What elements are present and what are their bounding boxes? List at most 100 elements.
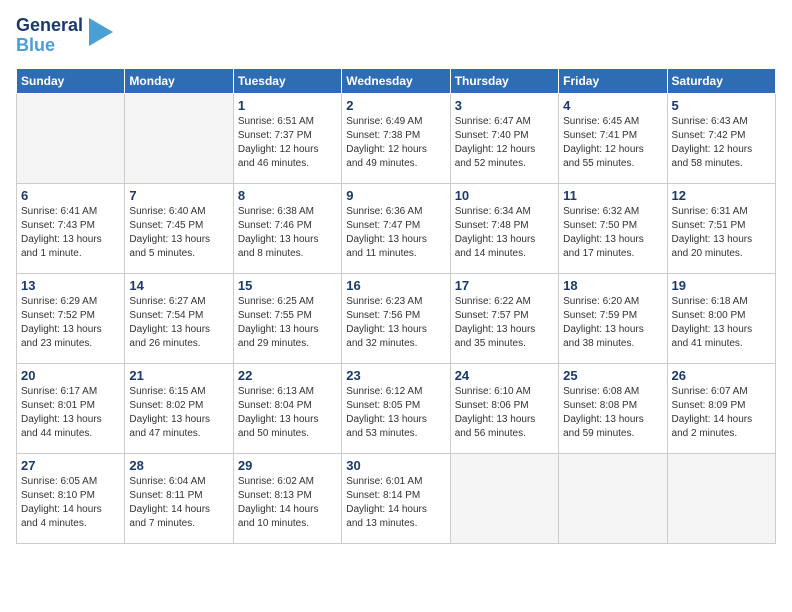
weekday-header: Saturday [667, 68, 775, 93]
calendar-day-cell: 8Sunrise: 6:38 AM Sunset: 7:46 PM Daylig… [233, 183, 341, 273]
day-info: Sunrise: 6:17 AM Sunset: 8:01 PM Dayligh… [21, 385, 120, 441]
day-number: 6 [21, 188, 120, 203]
day-number: 2 [346, 98, 445, 113]
day-number: 22 [238, 368, 337, 383]
day-info: Sunrise: 6:49 AM Sunset: 7:38 PM Dayligh… [346, 115, 445, 171]
calendar-day-cell: 5 Sunrise: 6:43 AM Sunset: 7:42 PM Daylig… [667, 93, 775, 183]
day-info: Sunrise: 6:08 AM Sunset: 8:08 PM Dayligh… [563, 385, 662, 441]
weekday-header: Thursday [450, 68, 558, 93]
calendar-day-cell: 1Sunrise: 6:51 AM Sunset: 7:37 PM Daylig… [233, 93, 341, 183]
calendar-day-cell [559, 453, 667, 543]
calendar-day-cell: 17 Sunrise: 6:22 AM Sunset: 7:57 PM Dayli… [450, 273, 558, 363]
calendar-day-cell: 15 Sunrise: 6:25 AM Sunset: 7:55 PM Dayli… [233, 273, 341, 363]
calendar-day-cell [125, 93, 233, 183]
day-number: 16 [346, 278, 445, 293]
calendar-week-row: 27Sunrise: 6:05 AM Sunset: 8:10 PM Dayli… [17, 453, 776, 543]
day-info: Sunrise: 6:27 AM Sunset: 7:54 PM Dayligh… [129, 295, 228, 351]
day-info: Sunrise: 6:10 AM Sunset: 8:06 PM Dayligh… [455, 385, 554, 441]
calendar-day-cell: 7 Sunrise: 6:40 AM Sunset: 7:45 PM Daylig… [125, 183, 233, 273]
weekday-header-row: SundayMondayTuesdayWednesdayThursdayFrid… [17, 68, 776, 93]
calendar-day-cell: 22 Sunrise: 6:13 AM Sunset: 8:04 PM Dayli… [233, 363, 341, 453]
day-info: Sunrise: 6:22 AM Sunset: 7:57 PM Dayligh… [455, 295, 554, 351]
day-number: 13 [21, 278, 120, 293]
calendar-day-cell: 23 Sunrise: 6:12 AM Sunset: 8:05 PM Dayli… [342, 363, 450, 453]
day-number: 15 [238, 278, 337, 293]
day-number: 20 [21, 368, 120, 383]
calendar-day-cell: 10 Sunrise: 6:34 AM Sunset: 7:48 PM Dayli… [450, 183, 558, 273]
day-info: Sunrise: 6:34 AM Sunset: 7:48 PM Dayligh… [455, 205, 554, 261]
day-number: 4 [563, 98, 662, 113]
calendar-day-cell [450, 453, 558, 543]
page-header: General Blue [16, 16, 776, 56]
calendar-day-cell: 21Sunrise: 6:15 AM Sunset: 8:02 PM Dayli… [125, 363, 233, 453]
day-number: 27 [21, 458, 120, 473]
day-info: Sunrise: 6:32 AM Sunset: 7:50 PM Dayligh… [563, 205, 662, 261]
day-info: Sunrise: 6:47 AM Sunset: 7:40 PM Dayligh… [455, 115, 554, 171]
day-info: Sunrise: 6:12 AM Sunset: 8:05 PM Dayligh… [346, 385, 445, 441]
calendar-day-cell: 19 Sunrise: 6:18 AM Sunset: 8:00 PM Dayli… [667, 273, 775, 363]
day-number: 26 [672, 368, 771, 383]
day-info: Sunrise: 6:18 AM Sunset: 8:00 PM Dayligh… [672, 295, 771, 351]
day-info: Sunrise: 6:07 AM Sunset: 8:09 PM Dayligh… [672, 385, 771, 441]
calendar-day-cell: 14 Sunrise: 6:27 AM Sunset: 7:54 PM Dayli… [125, 273, 233, 363]
calendar-day-cell [17, 93, 125, 183]
logo-triangle-icon [85, 18, 113, 46]
day-info: Sunrise: 6:36 AM Sunset: 7:47 PM Dayligh… [346, 205, 445, 261]
calendar-day-cell: 30 Sunrise: 6:01 AM Sunset: 8:14 PM Dayli… [342, 453, 450, 543]
logo-blue: Blue [16, 36, 83, 56]
weekday-header: Sunday [17, 68, 125, 93]
day-number: 14 [129, 278, 228, 293]
day-number: 23 [346, 368, 445, 383]
day-number: 1 [238, 98, 337, 113]
day-info: Sunrise: 6:15 AM Sunset: 8:02 PM Dayligh… [129, 385, 228, 441]
day-info: Sunrise: 6:45 AM Sunset: 7:41 PM Dayligh… [563, 115, 662, 171]
day-number: 9 [346, 188, 445, 203]
calendar-day-cell: 18Sunrise: 6:20 AM Sunset: 7:59 PM Dayli… [559, 273, 667, 363]
calendar-day-cell: 26 Sunrise: 6:07 AM Sunset: 8:09 PM Dayli… [667, 363, 775, 453]
calendar-day-cell: 28 Sunrise: 6:04 AM Sunset: 8:11 PM Dayli… [125, 453, 233, 543]
calendar-day-cell [667, 453, 775, 543]
calendar-day-cell: 20 Sunrise: 6:17 AM Sunset: 8:01 PM Dayli… [17, 363, 125, 453]
day-number: 7 [129, 188, 228, 203]
calendar-week-row: 20 Sunrise: 6:17 AM Sunset: 8:01 PM Dayli… [17, 363, 776, 453]
calendar-day-cell: 2 Sunrise: 6:49 AM Sunset: 7:38 PM Daylig… [342, 93, 450, 183]
weekday-header: Friday [559, 68, 667, 93]
day-number: 28 [129, 458, 228, 473]
calendar-day-cell: 29 Sunrise: 6:02 AM Sunset: 8:13 PM Dayli… [233, 453, 341, 543]
day-info: Sunrise: 6:13 AM Sunset: 8:04 PM Dayligh… [238, 385, 337, 441]
day-number: 3 [455, 98, 554, 113]
weekday-header: Monday [125, 68, 233, 93]
day-info: Sunrise: 6:04 AM Sunset: 8:11 PM Dayligh… [129, 475, 228, 531]
day-number: 5 [672, 98, 771, 113]
day-number: 25 [563, 368, 662, 383]
day-info: Sunrise: 6:41 AM Sunset: 7:43 PM Dayligh… [21, 205, 120, 261]
day-number: 24 [455, 368, 554, 383]
calendar-day-cell: 9 Sunrise: 6:36 AM Sunset: 7:47 PM Daylig… [342, 183, 450, 273]
calendar-week-row: 6 Sunrise: 6:41 AM Sunset: 7:43 PM Daylig… [17, 183, 776, 273]
day-number: 10 [455, 188, 554, 203]
day-info: Sunrise: 6:25 AM Sunset: 7:55 PM Dayligh… [238, 295, 337, 351]
day-number: 30 [346, 458, 445, 473]
day-info: Sunrise: 6:01 AM Sunset: 8:14 PM Dayligh… [346, 475, 445, 531]
calendar-day-cell: 16Sunrise: 6:23 AM Sunset: 7:56 PM Dayli… [342, 273, 450, 363]
calendar-day-cell: 6 Sunrise: 6:41 AM Sunset: 7:43 PM Daylig… [17, 183, 125, 273]
calendar-day-cell: 11 Sunrise: 6:32 AM Sunset: 7:50 PM Dayli… [559, 183, 667, 273]
day-info: Sunrise: 6:29 AM Sunset: 7:52 PM Dayligh… [21, 295, 120, 351]
calendar-day-cell: 13 Sunrise: 6:29 AM Sunset: 7:52 PM Dayli… [17, 273, 125, 363]
day-info: Sunrise: 6:20 AM Sunset: 7:59 PM Dayligh… [563, 295, 662, 351]
day-number: 17 [455, 278, 554, 293]
day-number: 11 [563, 188, 662, 203]
weekday-header: Wednesday [342, 68, 450, 93]
calendar-day-cell: 4 Sunrise: 6:45 AM Sunset: 7:41 PM Daylig… [559, 93, 667, 183]
logo-general: General [16, 16, 83, 36]
day-number: 12 [672, 188, 771, 203]
calendar-week-row: 13 Sunrise: 6:29 AM Sunset: 7:52 PM Dayli… [17, 273, 776, 363]
day-info: Sunrise: 6:40 AM Sunset: 7:45 PM Dayligh… [129, 205, 228, 261]
calendar-table: SundayMondayTuesdayWednesdayThursdayFrid… [16, 68, 776, 544]
day-info: Sunrise: 6:02 AM Sunset: 8:13 PM Dayligh… [238, 475, 337, 531]
day-number: 19 [672, 278, 771, 293]
day-number: 29 [238, 458, 337, 473]
day-info: Sunrise: 6:38 AM Sunset: 7:46 PM Dayligh… [238, 205, 337, 261]
weekday-header: Tuesday [233, 68, 341, 93]
day-info: Sunrise: 6:43 AM Sunset: 7:42 PM Dayligh… [672, 115, 771, 171]
